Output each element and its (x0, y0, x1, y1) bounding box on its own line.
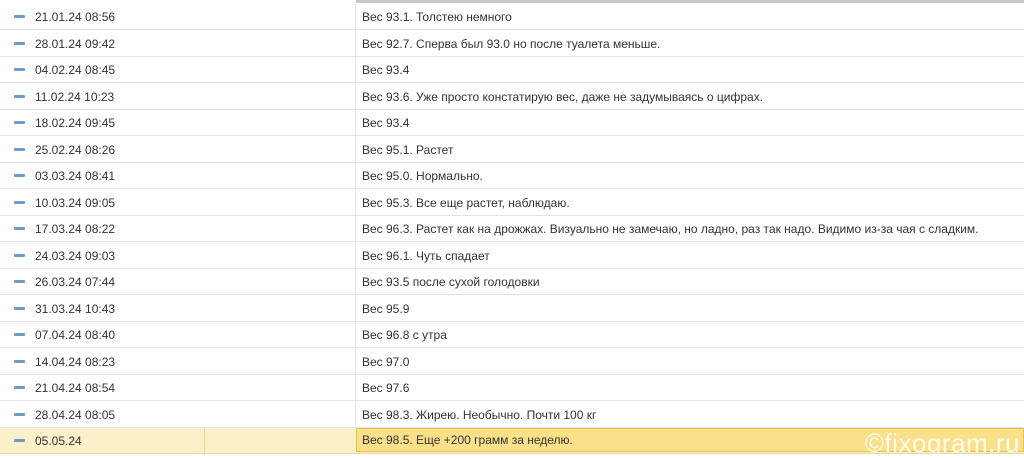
records-list: 21.01.24 08:56 Вес 93.1. Толстею немного 2… (0, 0, 1024, 458)
table-row[interactable]: 14.04.24 08:23 Вес 97.0 (0, 348, 1024, 375)
row-note: Вес 93.4 (362, 116, 410, 130)
minus-icon (14, 15, 25, 18)
table-row[interactable]: 26.03.24 07:44 Вес 93.5 после сухой голод… (0, 269, 1024, 295)
column-divider (355, 110, 356, 135)
row-date: 26.03.24 07:44 (35, 275, 116, 289)
column-divider (355, 30, 356, 56)
column-divider (355, 375, 356, 400)
row-date: 21.01.24 08:56 (35, 10, 116, 24)
row-note: Вес 93.1. Толстею немного (362, 10, 512, 24)
row-note: Вес 96.8 с утра (362, 328, 447, 342)
row-date: 17.03.24 08:22 (35, 222, 116, 236)
table-row[interactable]: 04.02.24 08:45 Вес 93.4 (0, 57, 1024, 83)
column-divider (355, 189, 356, 215)
column-divider (355, 401, 356, 427)
table-row[interactable]: 03.03.24 08:41 Вес 95.0. Нормально. (0, 163, 1024, 189)
column-divider (355, 269, 356, 294)
row-date: 28.04.24 08:05 (35, 407, 116, 422)
column-divider (355, 57, 356, 82)
table-row[interactable]: 17.03.24 08:22 Вес 96.3. Растет как на др… (0, 216, 1024, 242)
row-date: 31.03.24 10:43 (35, 301, 116, 316)
minus-icon (14, 94, 25, 98)
row-date: 28.01.24 09:42 (35, 36, 116, 51)
row-date: 05.05.24 (35, 434, 82, 448)
column-divider (355, 4, 356, 29)
row-note: Вес 96.1. Чуть спадает (362, 248, 490, 263)
row-date: 10.03.24 09:05 (35, 195, 116, 210)
row-date: 21.04.24 08:54 (35, 381, 116, 395)
column-divider (355, 136, 356, 162)
table-row[interactable]: 31.03.24 10:43 Вес 95.9 (0, 295, 1024, 322)
column-divider (355, 163, 356, 188)
row-note: Вес 95.1. Растет (362, 142, 454, 157)
column-divider (355, 83, 356, 109)
table-row[interactable]: 21.01.24 08:56 Вес 93.1. Толстею немного (0, 4, 1024, 30)
row-date: 04.02.24 08:45 (35, 63, 116, 77)
row-note: Вес 93.6. Уже просто констатирую вес, да… (362, 89, 764, 104)
minus-icon (14, 227, 25, 230)
row-note: Вес 95.3. Все еще растет, наблюдаю. (362, 195, 570, 210)
minus-icon (14, 174, 25, 177)
row-date: 24.03.24 09:03 (35, 248, 116, 263)
row-date: 07.04.24 08:40 (35, 328, 116, 342)
minus-icon (14, 359, 25, 363)
table-row[interactable]: 21.04.24 08:54 Вес 97.6 (0, 375, 1024, 401)
watermark: ©fixogram.ru (864, 428, 1020, 458)
row-note: Вес 95.9 (362, 301, 410, 316)
table-row[interactable]: 28.01.24 09:42 Вес 92.7. Сперва был 93.0 … (0, 30, 1024, 57)
minus-icon (14, 68, 25, 71)
row-note: Вес 93.5 после сухой голодовки (362, 275, 540, 289)
minus-icon (14, 333, 25, 336)
column-divider (355, 348, 356, 374)
row-date: 14.04.24 08:23 (35, 354, 116, 369)
column-divider (355, 295, 356, 321)
row-note: Вес 95.0. Нормально. (362, 169, 483, 183)
minus-icon (14, 386, 25, 389)
header-strip (356, 0, 1024, 3)
minus-icon (14, 200, 25, 204)
table-row[interactable]: 18.02.24 09:45 Вес 93.4 (0, 110, 1024, 136)
column-divider (355, 242, 356, 268)
row-date: 11.02.24 10:23 (35, 89, 115, 104)
table-row[interactable]: 11.02.24 10:23 Вес 93.6. Уже просто конст… (0, 83, 1024, 110)
row-note: Вес 98.5. Еще +200 грамм за неделю. (362, 433, 573, 447)
row-note: Вес 92.7. Сперва был 93.0 но после туале… (362, 36, 661, 51)
row-note: Вес 98.3. Жирею. Необычно. Почти 100 кг (362, 407, 597, 422)
minus-icon (14, 41, 25, 45)
row-date: 03.03.24 08:41 (35, 169, 116, 183)
minus-icon (14, 439, 25, 442)
table-row[interactable]: 25.02.24 08:26 Вес 95.1. Растет (0, 136, 1024, 163)
row-note: Вес 93.4 (362, 63, 410, 77)
table-row[interactable]: 24.03.24 09:03 Вес 96.1. Чуть спадает (0, 242, 1024, 269)
table-row[interactable]: 28.04.24 08:05 Вес 98.3. Жирею. Необычно.… (0, 401, 1024, 428)
minus-icon (14, 280, 25, 283)
minus-icon (14, 412, 25, 416)
row-note: Вес 97.6 (362, 381, 410, 395)
minus-icon (14, 306, 25, 310)
row-date: 25.02.24 08:26 (35, 142, 116, 157)
column-divider (355, 216, 356, 241)
column-divider (355, 322, 356, 347)
minus-icon (14, 121, 25, 124)
row-note: Вес 97.0 (362, 354, 410, 369)
row-note: Вес 96.3. Растет как на дрожжах. Визуаль… (362, 222, 979, 236)
minus-icon (14, 253, 25, 257)
table-row[interactable]: 07.04.24 08:40 Вес 96.8 с утра (0, 322, 1024, 348)
table-row[interactable]: 10.03.24 09:05 Вес 95.3. Все еще растет, … (0, 189, 1024, 216)
column-divider (204, 428, 205, 453)
minus-icon (14, 147, 25, 151)
row-date: 18.02.24 09:45 (35, 116, 116, 130)
